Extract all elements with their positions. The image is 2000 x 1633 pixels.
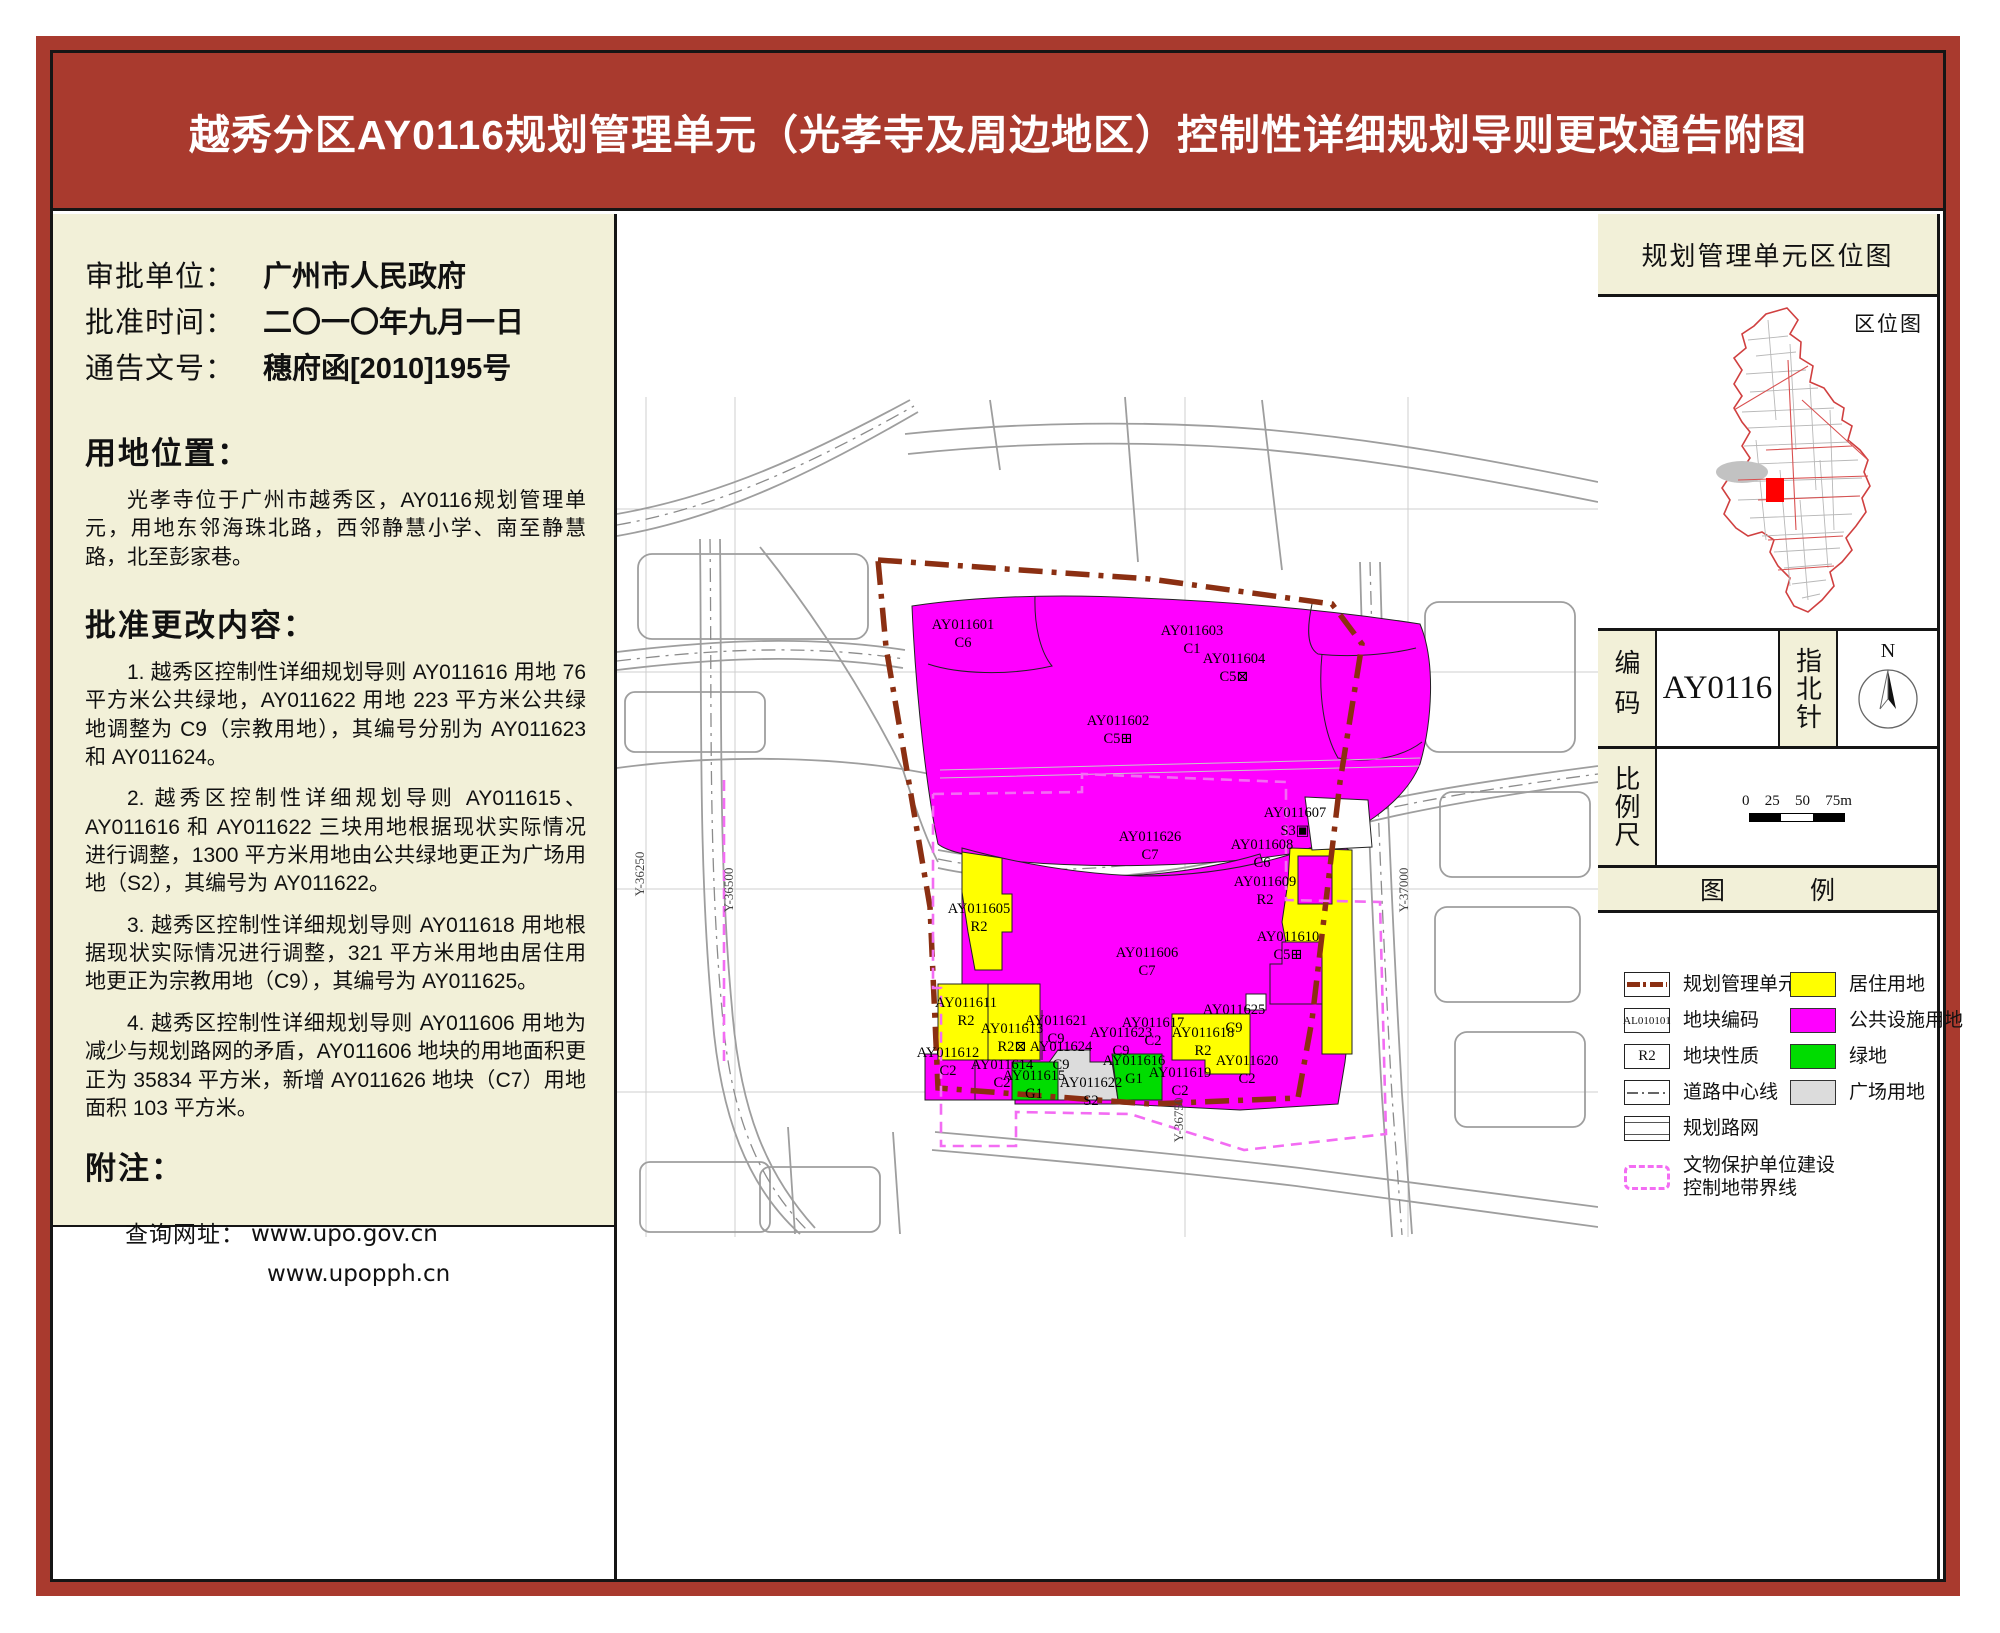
north-arrow-cell: N (1838, 631, 1937, 746)
approval-value: 穗府函[2010]195号 (263, 346, 511, 392)
sheet-inner: 越秀分区AY0116规划管理单元（光孝寺及周边地区）控制性详细规划导则更改通告附… (50, 50, 1946, 1582)
approval-row: 通告文号： 穗府函[2010]195号 (85, 346, 586, 392)
change-item: 2. 越秀区控制性详细规划导则 AY011615、AY011616 和 AY01… (85, 785, 586, 898)
heritage-boundary-swatch (1624, 1165, 1670, 1190)
approval-value: 广州市人民政府 (263, 254, 466, 300)
parcel-type-swatch: R2 (1624, 1044, 1670, 1069)
legend-item-label: 绿地 (1849, 1045, 1887, 1068)
legend-title: 图 例 (1598, 865, 1937, 913)
approval-row: 审批单位： 广州市人民政府 (85, 254, 586, 300)
legend-item-label: 地块编码 (1683, 1009, 1759, 1032)
landuse-color-swatch (1790, 1008, 1836, 1033)
content-area: 审批单位： 广州市人民政府 批准时间： 二〇一〇年九月一日 通告文号： 穗府函[… (53, 214, 1943, 1579)
legend-item: 文物保护单位建设控制地带界线 (1624, 1154, 1835, 1200)
legend-item-label: 规划路网 (1683, 1117, 1759, 1140)
right-margin (1940, 214, 1943, 1579)
legend: 规划管理单元界线AL010101地块编码R2地块性质道路中心线规划路网文物保护单… (1598, 916, 1937, 1579)
legend-item-label: 道路中心线 (1683, 1081, 1778, 1104)
scale-tick: 25 (1765, 793, 1780, 810)
district-outline-map (1598, 300, 1940, 628)
north-arrow-icon: N (1842, 637, 1934, 741)
change-item: 3. 越秀区控制性详细规划导则 AY011618 用地根据现状实际情况进行调整，… (85, 912, 586, 997)
code-compass-row: 编码 AY0116 指北针 N (1598, 628, 1937, 746)
scale-tick: 75m (1825, 793, 1852, 810)
landuse-color-swatch (1790, 1080, 1836, 1105)
code-label-cell: 编码 (1598, 631, 1657, 746)
scale-label-cell: 比例尺 (1598, 749, 1657, 865)
legend-item-label: 居住用地 (1849, 973, 1925, 996)
legend-item-label: 文物保护单位建设控制地带界线 (1683, 1154, 1835, 1200)
legend-item: 广场用地 (1790, 1080, 1925, 1105)
changes-heading: 批准更改内容： (85, 600, 586, 645)
scale-label: 比例尺 (1608, 765, 1645, 849)
legend-item-label: 地块性质 (1683, 1045, 1759, 1068)
legend-item: 居住用地 (1790, 972, 1925, 997)
planning-notice-sheet: { "title": "越秀分区AY0116规划管理单元（光孝寺及周边地区）控制… (0, 0, 2000, 1633)
website-row: www.upopph.cn (85, 1254, 586, 1294)
approval-label: 审批单位： (85, 254, 263, 300)
landuse-color-swatch (1790, 972, 1836, 997)
north-letter: N (1880, 640, 1894, 662)
location-text: 光孝寺位于广州市越秀区，AY0116规划管理单元，用地东邻海珠北路，西邻静慧小学… (85, 487, 586, 572)
coordinate-label: Y-37000 (1396, 868, 1412, 913)
legend-item: 公共设施用地 (1790, 1008, 1963, 1033)
map-coordinate-labels: Y-36250 Y-36500 Y-36750 Y-37000 (617, 214, 1598, 1579)
info-panel-beige: 审批单位： 广州市人民政府 批准时间： 二〇一〇年九月一日 通告文号： 穗府函[… (53, 214, 614, 1227)
compass-label-cell: 指北针 (1780, 631, 1838, 746)
compass-label: 指北针 (1790, 647, 1827, 731)
district-highlight-parcel (1766, 478, 1784, 502)
scale-row: 比例尺 0 25 50 75m (1598, 746, 1937, 865)
legend-item: 绿地 (1790, 1044, 1887, 1069)
main-map: AY011601C6AY011602C5⊞AY011603C1AY011604C… (617, 214, 1598, 1579)
scale-tick: 50 (1795, 793, 1810, 810)
approval-row: 批准时间： 二〇一〇年九月一日 (85, 300, 586, 346)
approval-block: 审批单位： 广州市人民政府 批准时间： 二〇一〇年九月一日 通告文号： 穗府函[… (85, 254, 586, 392)
website-url: www.upopph.cn (261, 1254, 450, 1294)
coordinate-label: Y-36500 (721, 868, 737, 913)
page-title: 越秀分区AY0116规划管理单元（光孝寺及周边地区）控制性详细规划导则更改通告附… (189, 101, 1807, 161)
coordinate-label: Y-36250 (632, 852, 648, 897)
approval-label: 通告文号： (85, 346, 263, 392)
location-map-title: 规划管理单元区位图 (1598, 214, 1937, 297)
approval-value: 二〇一〇年九月一日 (263, 300, 524, 346)
code-label: 编码 (1608, 649, 1645, 729)
legend-item-label: 公共设施用地 (1849, 1009, 1963, 1032)
parcel-code-swatch: AL010101 (1624, 1008, 1670, 1033)
road-network-swatch (1624, 1116, 1670, 1141)
right-panel: 规划管理单元区位图 区位图 (1598, 214, 1940, 1579)
website-url: www.upo.gov.cn (245, 1214, 438, 1254)
location-heading: 用地位置： (85, 428, 586, 473)
approval-label: 批准时间： (85, 300, 263, 346)
website-label: 查询网址： (125, 1214, 245, 1254)
scale-numbers: 0 25 50 75m (1742, 793, 1852, 810)
road-centerline-swatch (1624, 1080, 1670, 1105)
legend-item: 道路中心线 (1624, 1080, 1778, 1105)
location-map: 区位图 (1598, 300, 1937, 628)
scale-bar (1749, 813, 1845, 822)
info-panel: 审批单位： 广州市人民政府 批准时间： 二〇一〇年九月一日 通告文号： 穗府函[… (53, 214, 617, 1579)
coordinate-label: Y-36750 (1171, 1098, 1187, 1143)
legend-item: AL010101 地块编码 (1624, 1008, 1759, 1033)
title-bar: 越秀分区AY0116规划管理单元（光孝寺及周边地区）控制性详细规划导则更改通告附… (53, 53, 1943, 211)
scale-bar-cell: 0 25 50 75m (1657, 749, 1937, 865)
outer-red-frame: 越秀分区AY0116规划管理单元（光孝寺及周边地区）控制性详细规划导则更改通告附… (36, 36, 1960, 1596)
change-item: 1. 越秀区控制性详细规划导则 AY011616 用地 76 平方米公共绿地，A… (85, 659, 586, 772)
scale-tick: 0 (1742, 793, 1750, 810)
change-item: 4. 越秀区控制性详细规划导则 AY011606 用地为减少与规划路网的矛盾，A… (85, 1010, 586, 1123)
website-row: 查询网址： www.upo.gov.cn (85, 1214, 586, 1254)
legend-item: 规划路网 (1624, 1116, 1759, 1141)
landuse-color-swatch (1790, 1044, 1836, 1069)
legend-item-label: 广场用地 (1849, 1081, 1925, 1104)
unit-boundary-swatch (1624, 972, 1670, 997)
notes-heading: 附注： (85, 1143, 586, 1188)
unit-code-value: AY0116 (1657, 631, 1780, 746)
legend-item: R2 地块性质 (1624, 1044, 1759, 1069)
location-map-corner-label: 区位图 (1854, 308, 1923, 338)
